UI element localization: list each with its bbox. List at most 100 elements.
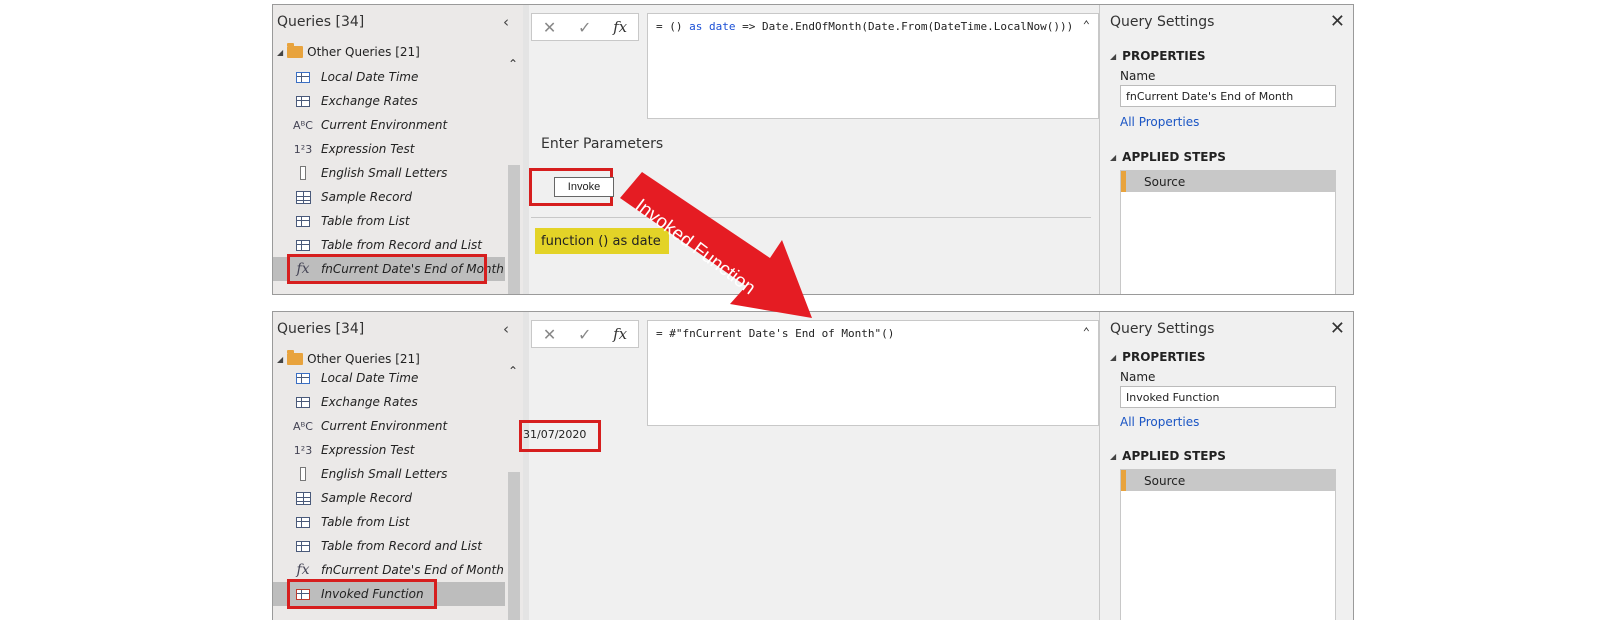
query-item[interactable]: Exchange Rates	[273, 390, 505, 414]
query-group[interactable]: ◢ Other Queries [21]	[277, 43, 420, 59]
query-item[interactable]: Table from List	[273, 209, 505, 233]
name-label: Name	[1120, 370, 1156, 384]
name-field[interactable]: fnCurrent Date's End of Month	[1120, 85, 1336, 107]
formula-text: = ()	[656, 20, 690, 33]
collapse-formula-icon[interactable]: ⌃	[1083, 18, 1090, 32]
function-signature: function () as date	[535, 228, 669, 254]
collapse-chevron-icon[interactable]: ‹	[503, 320, 509, 338]
folder-icon	[287, 43, 304, 58]
settings-title: Query Settings	[1110, 14, 1215, 30]
highlight-selected-query	[287, 254, 487, 284]
query-item[interactable]: Table from List	[273, 510, 505, 534]
applied-steps-list: Source	[1120, 170, 1336, 294]
query-item[interactable]: AᴮC Current Environment	[273, 414, 505, 438]
applied-steps-section[interactable]: ◢ APPLIED STEPS	[1110, 449, 1226, 463]
query-item[interactable]: 1²3 Expression Test	[273, 438, 505, 462]
close-icon[interactable]: ✕	[1330, 318, 1345, 339]
name-label: Name	[1120, 69, 1156, 83]
editor-after-invoke: Queries [34] ‹ ◢ Other Queries [21] Loca…	[272, 311, 1354, 620]
query-item-label: Expression Test	[321, 443, 415, 457]
separator	[531, 217, 1091, 218]
formula-bar[interactable]: = () as date => Date.EndOfMonth(Date.Fro…	[647, 13, 1099, 119]
all-properties-link[interactable]: All Properties	[1120, 415, 1199, 429]
number-type-icon: 1²3	[293, 443, 313, 457]
queries-pane: Queries [34] ‹ ◢ Other Queries [21] Loca…	[273, 312, 523, 620]
query-item[interactable]: Table from Record and List	[273, 534, 505, 558]
formula-keyword: date	[709, 20, 736, 33]
query-item[interactable]: AᴮC Current Environment	[273, 113, 505, 137]
applied-steps-list: Source	[1120, 469, 1336, 620]
queries-pane: Queries [34] ‹ ◢ Other Queries [21] Loca…	[273, 5, 523, 294]
cancel-icon[interactable]: ✕	[543, 325, 556, 344]
query-item-label: Table from List	[321, 214, 410, 228]
name-field[interactable]: Invoked Function	[1120, 386, 1336, 408]
editor-before-invoke: Queries [34] ‹ ◢ Other Queries [21] Loca…	[272, 4, 1354, 295]
step-source[interactable]: Source	[1121, 171, 1335, 192]
cancel-icon[interactable]: ✕	[543, 18, 556, 37]
fx-icon[interactable]: fx	[613, 18, 627, 36]
scroll-up-icon[interactable]: ⌃	[508, 364, 518, 378]
function-icon: fx	[296, 562, 310, 578]
collapse-chevron-icon[interactable]: ‹	[503, 13, 509, 31]
invoke-button[interactable]: Invoke	[554, 177, 614, 197]
scroll-thumb[interactable]	[508, 165, 520, 294]
query-item[interactable]: Exchange Rates	[273, 89, 505, 113]
pane-divider[interactable]	[523, 312, 529, 620]
query-item-label: Current Environment	[321, 419, 448, 433]
properties-label: PROPERTIES	[1122, 350, 1206, 364]
collapse-formula-icon[interactable]: ⌃	[1083, 325, 1090, 339]
list-icon	[293, 166, 313, 180]
scroll-up-icon[interactable]: ⌃	[508, 57, 518, 71]
query-group[interactable]: ◢ Other Queries [21]	[277, 350, 420, 366]
applied-steps-label: APPLIED STEPS	[1122, 150, 1226, 164]
fx-icon[interactable]: fx	[613, 325, 627, 343]
query-item[interactable]: Local Date Time	[273, 366, 505, 390]
query-item-label: Sample Record	[321, 190, 413, 204]
text-type-icon: AᴮC	[293, 419, 313, 433]
queries-title: Queries [34]	[277, 14, 365, 30]
text-type-icon: AᴮC	[293, 118, 313, 132]
all-properties-link[interactable]: All Properties	[1120, 115, 1199, 129]
applied-steps-section[interactable]: ◢ APPLIED STEPS	[1110, 150, 1226, 164]
query-item[interactable]: 1²3 Expression Test	[273, 137, 505, 161]
queries-scrollbar[interactable]: ⌃	[505, 356, 523, 620]
formula-bar[interactable]: = #"fnCurrent Date's End of Month"() ⌃	[647, 320, 1099, 426]
query-item[interactable]: Sample Record	[273, 185, 505, 209]
number-type-icon: 1²3	[293, 142, 313, 156]
query-item-label: Exchange Rates	[321, 395, 418, 409]
record-icon	[293, 190, 313, 204]
commit-check-icon[interactable]: ✓	[578, 18, 591, 37]
query-item-label: Table from List	[321, 515, 410, 529]
query-settings-pane: Query Settings ✕ ◢ PROPERTIES Name Invoke…	[1099, 312, 1353, 620]
query-item-label: Expression Test	[321, 142, 415, 156]
queries-scrollbar[interactable]: ⌃	[505, 49, 523, 294]
close-icon[interactable]: ✕	[1330, 11, 1345, 32]
scroll-thumb[interactable]	[508, 472, 520, 620]
formula-toolbar: ✕ ✓ fx	[531, 320, 639, 348]
query-item-label: English Small Letters	[321, 166, 448, 180]
record-icon	[293, 491, 313, 505]
query-item[interactable]: English Small Letters	[273, 161, 505, 185]
query-item[interactable]: Sample Record	[273, 486, 505, 510]
pane-divider[interactable]	[523, 5, 529, 294]
query-item[interactable]: Local Date Time	[273, 65, 505, 89]
applied-steps-label: APPLIED STEPS	[1122, 449, 1226, 463]
formula-text	[702, 20, 709, 33]
query-item-label: English Small Letters	[321, 467, 448, 481]
expand-triangle-icon[interactable]: ◢	[277, 48, 283, 57]
commit-check-icon[interactable]: ✓	[578, 325, 591, 344]
step-source[interactable]: Source	[1121, 470, 1335, 491]
datetime-icon	[293, 71, 313, 83]
properties-section[interactable]: ◢ PROPERTIES	[1110, 49, 1206, 63]
query-item[interactable]: English Small Letters	[273, 462, 505, 486]
properties-section[interactable]: ◢ PROPERTIES	[1110, 350, 1206, 364]
query-item-label: Current Environment	[321, 118, 448, 132]
highlight-selected-query	[287, 579, 437, 609]
group-label: Other Queries [21]	[307, 45, 420, 59]
properties-label: PROPERTIES	[1122, 49, 1206, 63]
folder-icon	[287, 350, 304, 365]
query-item-label: Sample Record	[321, 491, 413, 505]
expand-triangle-icon[interactable]: ◢	[277, 355, 283, 364]
result-value[interactable]: 31/07/2020	[523, 428, 586, 441]
settings-title: Query Settings	[1110, 321, 1215, 337]
